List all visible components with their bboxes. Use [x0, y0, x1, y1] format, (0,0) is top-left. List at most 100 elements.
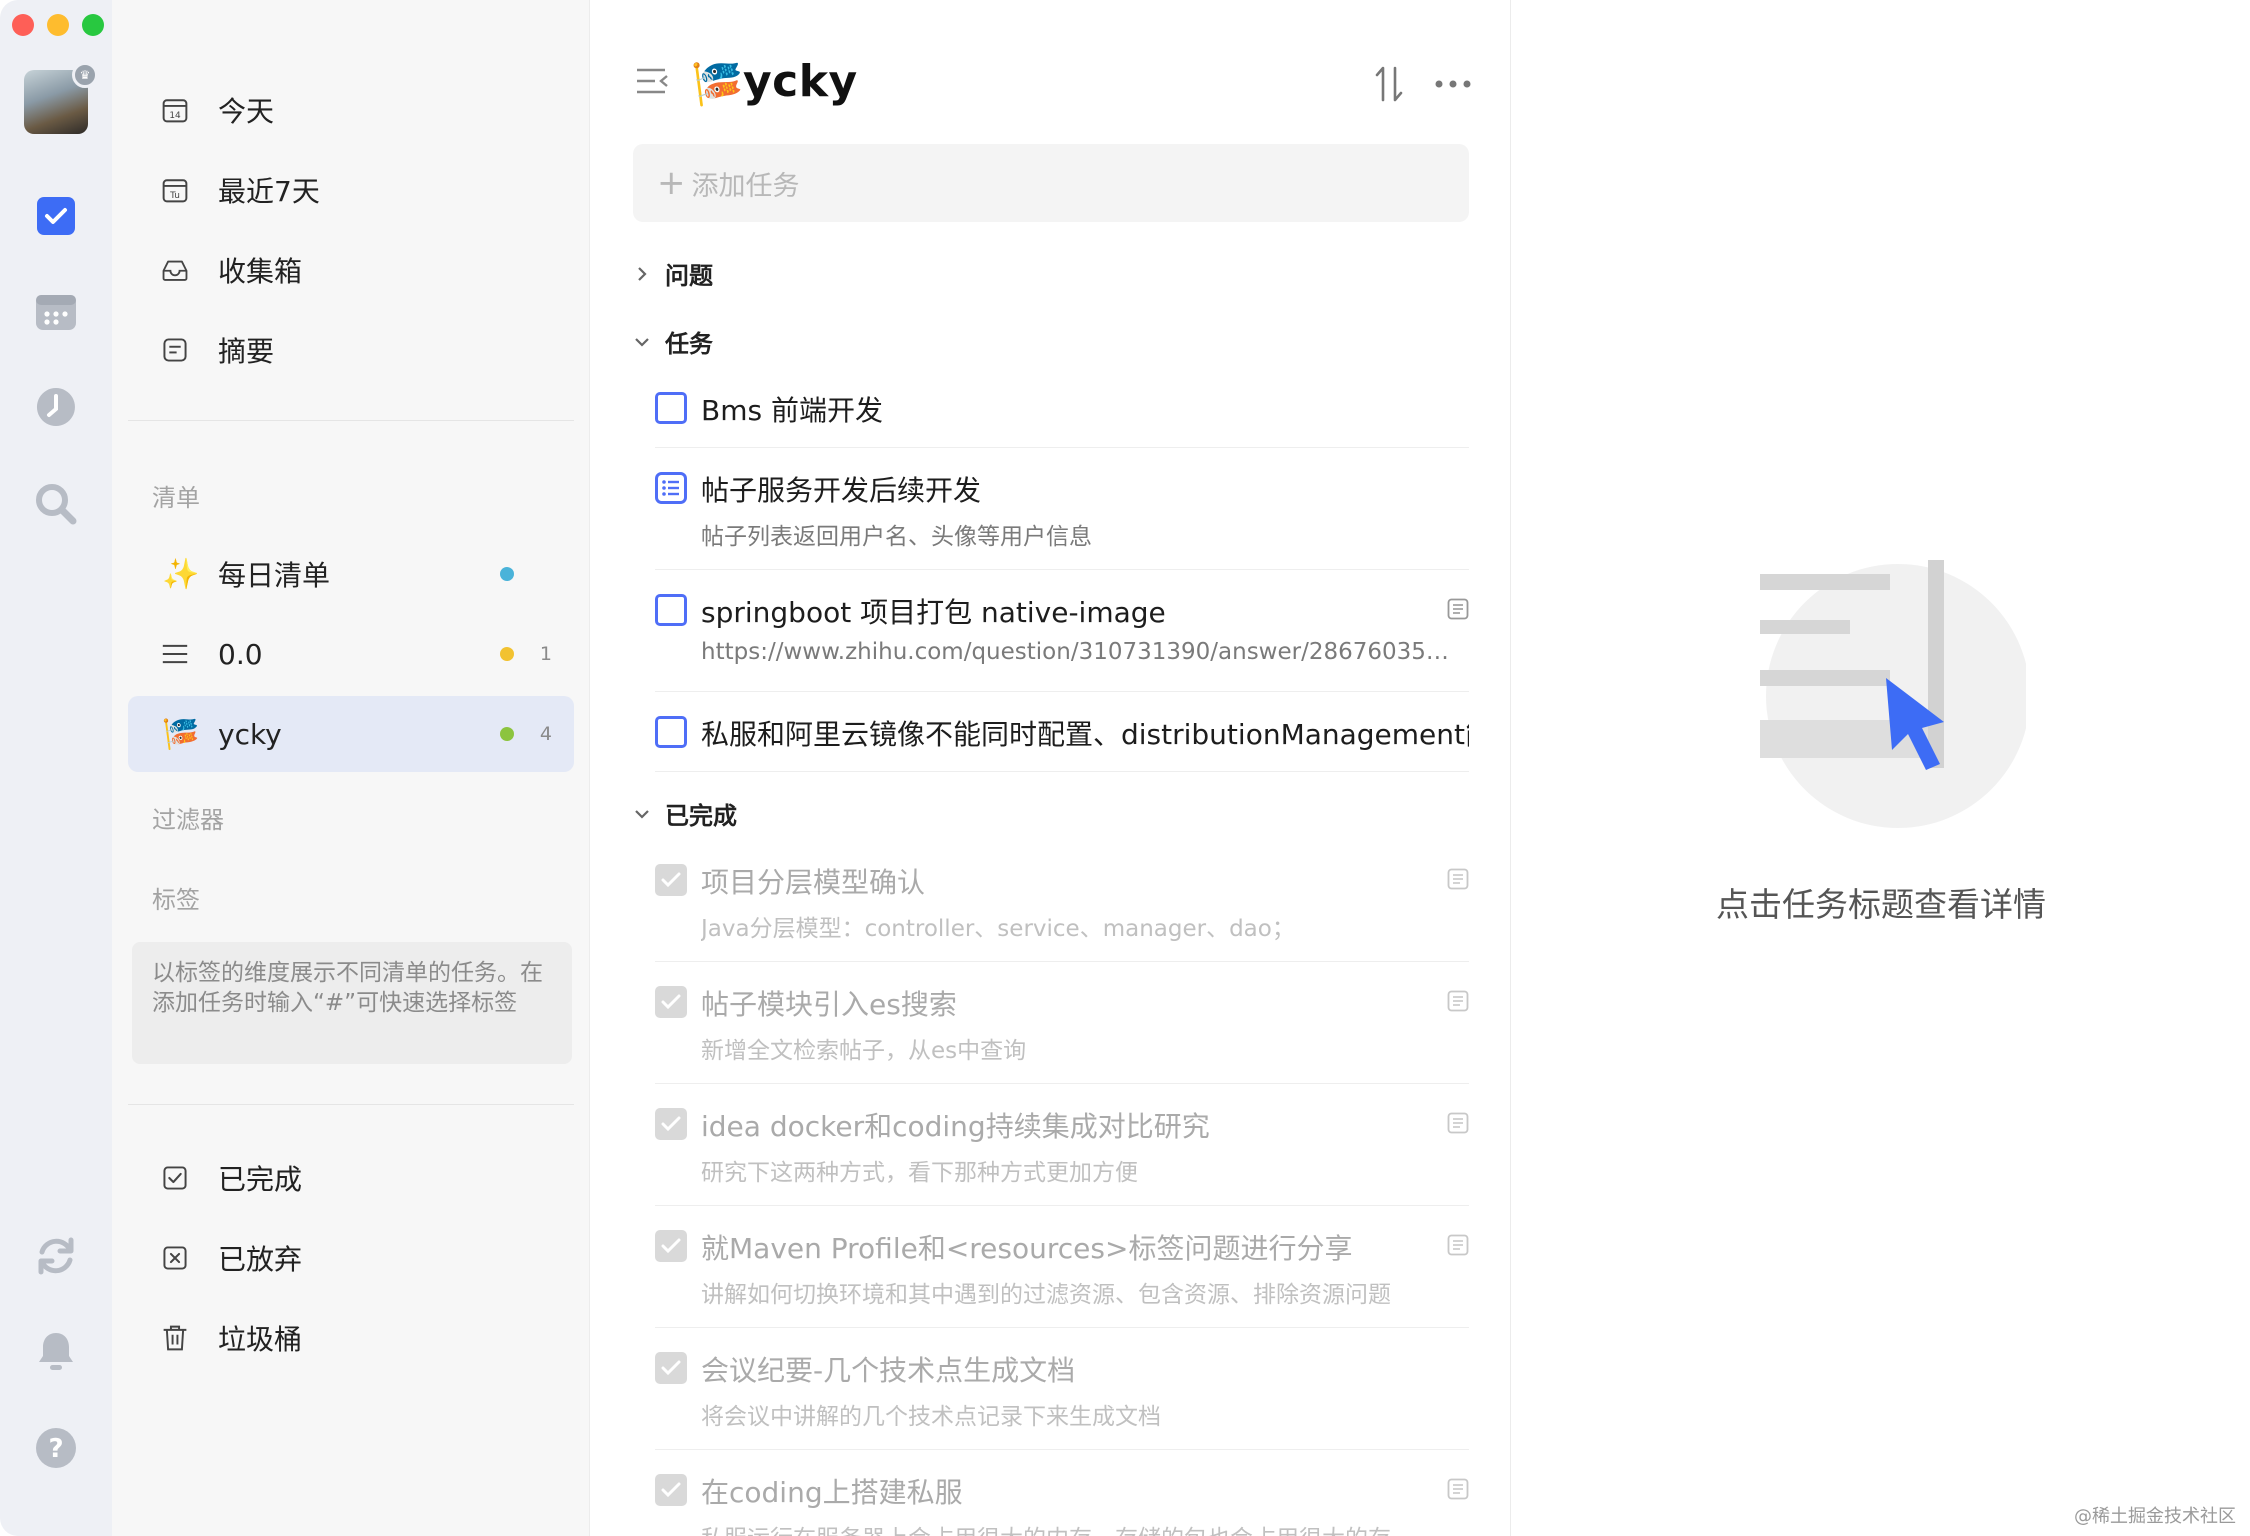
sidebar-item-label: 垃圾桶 — [218, 1323, 303, 1356]
task-checkbox[interactable] — [655, 716, 687, 748]
checked-checkbox[interactable] — [655, 1474, 687, 1506]
sidebar-item-label: 每日清单 — [218, 559, 331, 592]
completed-task-row[interactable]: 在coding上搭建私服 私服运行在服务器上会占用很大的内存，存储的包也会占用很… — [655, 1474, 1469, 1536]
group-header-issues[interactable]: 问题 — [631, 256, 713, 291]
tags-section-header[interactable]: 标签 — [152, 880, 200, 915]
filters-section-header[interactable]: 过滤器 — [152, 800, 224, 835]
chevron-down-icon — [631, 807, 653, 821]
sidebar-item-ycky[interactable]: 🎏 ycky 4 — [128, 696, 574, 772]
completed-icon — [128, 1162, 188, 1194]
sidebar-item-0-0[interactable]: 0.0 1 — [128, 616, 574, 692]
checked-checkbox[interactable] — [655, 1230, 687, 1262]
task-check-icon[interactable] — [34, 194, 78, 238]
sidebar: 14 今天 Tu 最近7天 收集箱 摘要 清单 ✨ 每日清单 0.0 1 🎏 y… — [112, 0, 590, 1536]
task-title[interactable]: Bms 前端开发 — [701, 389, 883, 429]
search-icon[interactable] — [34, 482, 78, 526]
sidebar-item-next-7-days[interactable]: Tu 最近7天 — [128, 152, 574, 228]
icon-rail: ♛ ? — [0, 0, 112, 1536]
sidebar-item-label: 摘要 — [218, 335, 275, 368]
watermark: @稀土掘金技术社区 — [2074, 1506, 2236, 1527]
sidebar-item-completed[interactable]: 已完成 — [128, 1140, 574, 1216]
sync-icon[interactable] — [34, 1234, 78, 1278]
checked-checkbox[interactable] — [655, 986, 687, 1018]
list-color-dot — [500, 727, 514, 741]
task-title[interactable]: 帖子模块引入es搜索 — [701, 983, 957, 1023]
task-description: 私服运行在服务器上会占用很大的内存，存储的包也会占用很大的存 — [701, 1519, 1391, 1536]
task-row[interactable]: Bms 前端开发 — [655, 392, 1469, 448]
list-emoji-icon: 🎏 — [691, 59, 744, 108]
list-task-count: 1 — [539, 643, 552, 665]
bell-icon[interactable] — [34, 1330, 78, 1374]
task-title[interactable]: idea docker和coding持续集成对比研究 — [701, 1105, 1210, 1145]
calendar-day-icon: 14 — [128, 94, 188, 126]
sidebar-item-abandoned[interactable]: 已放弃 — [128, 1220, 574, 1296]
page-title[interactable]: ycky — [743, 56, 858, 107]
add-task-input[interactable]: + 添加任务 — [633, 144, 1469, 222]
empty-detail-illustration — [1746, 560, 2030, 830]
sidebar-toggle-icon[interactable] — [635, 66, 669, 100]
task-row[interactable]: 私服和阿里云镜像不能同时配置、distributionManagement能 — [655, 716, 1469, 772]
sidebar-item-label: 最近7天 — [218, 175, 320, 208]
task-title[interactable]: 就Maven Profile和<resources>标签问题进行分享 — [701, 1227, 1352, 1267]
traffic-lights — [12, 14, 104, 36]
sidebar-item-label: 收集箱 — [218, 255, 303, 288]
task-title[interactable]: 在coding上搭建私服 — [701, 1471, 963, 1511]
note-icon — [1447, 1112, 1469, 1134]
svg-text:?: ? — [48, 1434, 63, 1464]
calendar-grid-icon[interactable] — [34, 290, 78, 334]
maximize-window-button[interactable] — [82, 14, 104, 36]
list-lines-icon — [128, 641, 188, 667]
task-title[interactable]: 私服和阿里云镜像不能同时配置、distributionManagement能 — [701, 713, 1469, 753]
completed-task-row[interactable]: 帖子模块引入es搜索 新增全文检索帖子，从es中查询 — [655, 986, 1469, 1084]
task-description: 将会议中讲解的几个技术点记录下来生成文档 — [701, 1404, 1161, 1430]
task-checkbox[interactable] — [655, 594, 687, 626]
group-header-completed[interactable]: 已完成 — [631, 796, 737, 831]
sparkles-icon: ✨ — [162, 556, 200, 592]
pomodoro-clock-icon[interactable] — [34, 386, 78, 430]
help-icon[interactable]: ? — [34, 1426, 78, 1470]
plus-icon: + — [657, 163, 686, 203]
task-title[interactable]: springboot 项目打包 native-image — [701, 591, 1166, 631]
close-window-button[interactable] — [12, 14, 34, 36]
sidebar-item-today[interactable]: 14 今天 — [128, 72, 574, 148]
group-label: 已完成 — [665, 802, 737, 830]
add-task-placeholder: 添加任务 — [691, 170, 800, 202]
minimize-window-button[interactable] — [47, 14, 69, 36]
completed-task-row[interactable]: 会议纪要-几个技术点生成文档 将会议中讲解的几个技术点记录下来生成文档 — [655, 1352, 1469, 1450]
task-description: https://www.zhihu.com/question/310731390… — [701, 639, 1461, 665]
completed-task-row[interactable]: 就Maven Profile和<resources>标签问题进行分享 讲解如何切… — [655, 1230, 1469, 1328]
lists-section-header[interactable]: 清单 — [152, 478, 200, 513]
sidebar-item-label: 0.0 — [218, 637, 263, 671]
checked-checkbox[interactable] — [655, 1352, 687, 1384]
more-options-icon[interactable] — [1433, 72, 1473, 96]
koinobori-icon: 🎏 — [162, 716, 200, 752]
divider — [128, 420, 574, 421]
group-header-tasks[interactable]: 任务 — [631, 324, 713, 359]
inbox-icon — [128, 255, 188, 285]
task-title[interactable]: 项目分层模型确认 — [701, 861, 925, 901]
sidebar-item-summary[interactable]: 摘要 — [128, 312, 574, 388]
list-color-dot — [500, 567, 514, 581]
completed-task-row[interactable]: 项目分层模型确认 Java分层模型：controller、service、man… — [655, 864, 1469, 962]
list-task-count: 4 — [539, 723, 552, 745]
sidebar-item-trash[interactable]: 垃圾桶 — [128, 1300, 574, 1376]
sidebar-item-inbox[interactable]: 收集箱 — [128, 232, 574, 308]
calendar-week-icon: Tu — [128, 174, 188, 206]
checked-checkbox[interactable] — [655, 1108, 687, 1140]
task-title[interactable]: 帖子服务开发后续开发 — [701, 469, 981, 509]
svg-text:14: 14 — [169, 111, 181, 121]
divider — [128, 1104, 574, 1105]
task-description: 讲解如何切换环境和其中遇到的过滤资源、包含资源、排除资源问题 — [701, 1282, 1391, 1308]
group-label: 问题 — [665, 262, 713, 290]
task-row[interactable]: 帖子服务开发后续开发 帖子列表返回用户名、头像等用户信息 — [655, 472, 1469, 570]
sidebar-item-daily-list[interactable]: ✨ 每日清单 — [128, 536, 574, 612]
note-icon — [1447, 990, 1469, 1012]
task-row[interactable]: springboot 项目打包 native-image https://www… — [655, 594, 1469, 692]
task-title[interactable]: 会议纪要-几个技术点生成文档 — [701, 1349, 1075, 1389]
list-color-dot — [500, 647, 514, 661]
completed-task-row[interactable]: idea docker和coding持续集成对比研究 研究下这两种方式，看下那种… — [655, 1108, 1469, 1206]
sort-icon[interactable] — [1373, 64, 1407, 104]
task-checkbox[interactable] — [655, 392, 687, 424]
checked-checkbox[interactable] — [655, 864, 687, 896]
task-checklist-icon[interactable] — [655, 472, 687, 504]
